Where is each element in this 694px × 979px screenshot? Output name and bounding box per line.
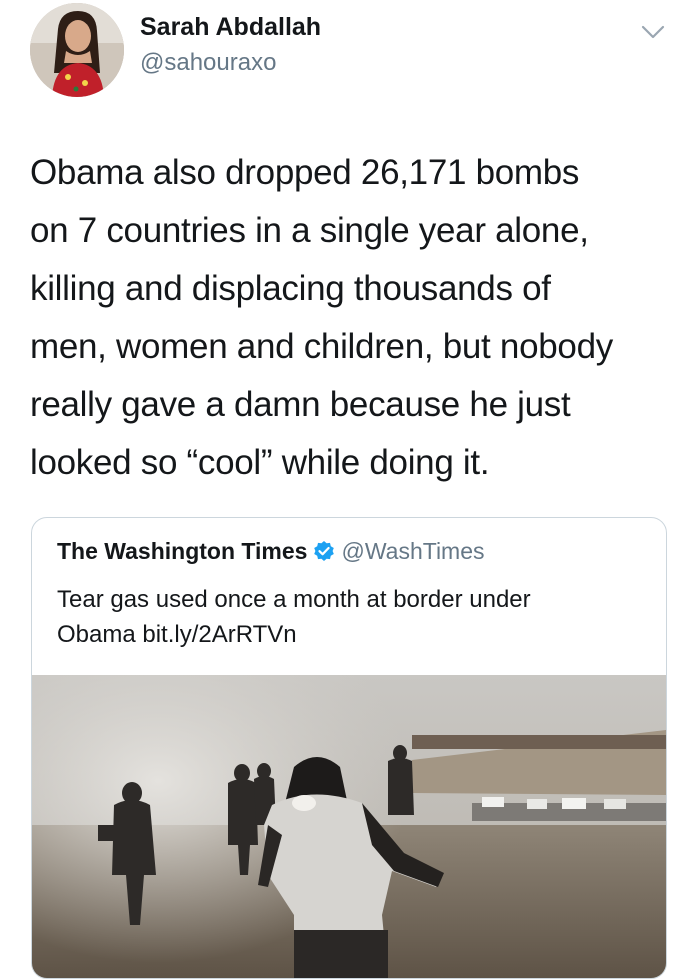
chevron-down-icon[interactable] bbox=[640, 22, 666, 42]
quoted-author-handle: @WashTimes bbox=[341, 538, 485, 564]
quoted-tweet-card[interactable]: The Washington Times @WashTimes Tear gas… bbox=[31, 517, 667, 979]
tweet-text: Obama also dropped 26,171 bombs on 7 cou… bbox=[30, 144, 680, 492]
quoted-text-line: Tear gas used once a month at border und… bbox=[57, 586, 531, 613]
quoted-tweet-header: The Washington Times @WashTimes bbox=[57, 538, 485, 565]
quoted-tweet-photo[interactable] bbox=[32, 675, 666, 978]
author-name[interactable]: Sarah Abdallah bbox=[140, 13, 321, 42]
author-handle[interactable]: @sahouraxo bbox=[140, 49, 276, 77]
tweet-text-line: killing and displacing thousands of bbox=[30, 269, 551, 308]
quoted-author-name: The Washington Times bbox=[57, 538, 308, 564]
tweet-text-line: looked so “cool” while doing it. bbox=[30, 443, 490, 482]
quoted-text-line[interactable]: Obama bit.ly/2ArRTVn bbox=[57, 617, 647, 652]
quoted-tweet-text: Tear gas used once a month at border und… bbox=[57, 582, 647, 652]
verified-badge-icon bbox=[314, 541, 335, 561]
tweet-text-line: on 7 countries in a single year alone, bbox=[30, 211, 589, 250]
tweet-text-line: Obama also dropped 26,171 bombs bbox=[30, 153, 580, 192]
tweet-text-line: men, women and children, but nobody bbox=[30, 327, 613, 366]
avatar[interactable] bbox=[30, 3, 124, 97]
tweet-text-line: really gave a damn because he just bbox=[30, 385, 571, 424]
